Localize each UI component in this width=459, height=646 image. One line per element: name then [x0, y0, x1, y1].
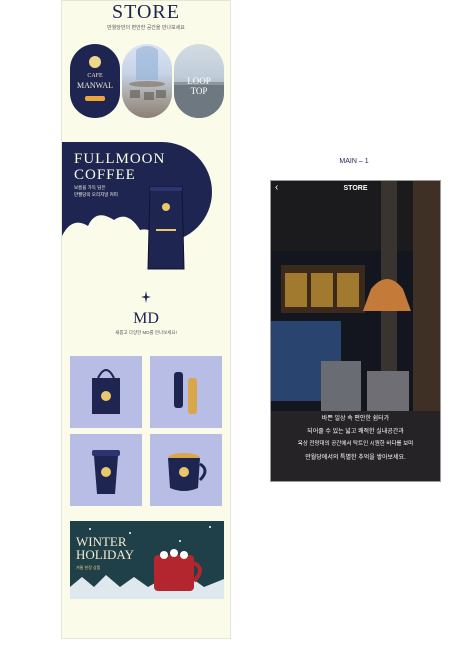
phone-screen: ‹ STORE 바쁜 일상 속 편안한 쉼터가 되어줄 수 있는 넓고 쾌적한 …: [270, 180, 441, 482]
card-label-top: CAFE: [87, 73, 103, 79]
banner-title-line2: HOLIDAY: [76, 547, 135, 562]
mug-icon: [168, 453, 207, 491]
product-bottles[interactable]: [150, 356, 222, 428]
product-tumbler[interactable]: [70, 434, 142, 506]
phone-text-line: 되어줄 수 있는 넓고 쾌적한 실내공간과: [307, 429, 404, 435]
md-subtitle: 새롭고 다양한 MD를 만나보세요!: [115, 330, 177, 335]
cafe-manwal-card[interactable]: CAFE MANWAL: [70, 44, 120, 118]
phone-text-line: 만월당에서의 특별한 추억을 쌓아보세요.: [305, 455, 406, 461]
store-subtitle: 만월당만의 편안한 공간을 만나보세요: [107, 25, 185, 31]
winter-holiday-banner[interactable]: WINTER HOLIDAY 겨울 한정 상품: [70, 521, 224, 599]
banner-subtitle: 겨울 한정 상품: [76, 565, 101, 570]
card-label-top: LOOP: [187, 76, 211, 86]
main-label: MAIN – 1: [339, 158, 369, 165]
product-tote-bag[interactable]: [70, 356, 142, 428]
coffee-bag-image: [147, 186, 185, 270]
store-page: STORE 만월당만의 편안한 공간을 만나보세요 CAFE MANWAL LO…: [61, 0, 231, 639]
phone-text-line: 바쁜 일상 속 편안한 쉼터가: [321, 416, 390, 422]
tote-bag-icon: [92, 369, 120, 414]
card-label-main: TOP: [190, 86, 208, 96]
md-title: MD: [133, 310, 159, 327]
fullmoon-desc-line1: 보름을 가득 담은: [74, 185, 106, 190]
fullmoon-description: 보름을 가득 담은 만월당의 오리지널 커피: [74, 184, 118, 198]
store-interior-photo: [271, 181, 440, 481]
phone-title: STORE: [343, 185, 368, 192]
banner-title: WINTER HOLIDAY: [76, 535, 134, 561]
fullmoon-title-line2: COFFEE: [74, 167, 136, 183]
fullmoon-desc-line2: 만월당의 오리지널 커피: [74, 192, 118, 197]
tumbler-icon: [92, 450, 120, 494]
store-title: STORE: [112, 1, 180, 23]
fullmoon-title: FULLMOON COFFEE: [74, 151, 165, 183]
fullmoon-title-line1: FULLMOON: [74, 151, 166, 167]
interior-photo: [129, 46, 166, 100]
product-mug[interactable]: [150, 434, 222, 506]
card-label-main: MANWAL: [77, 81, 113, 90]
star-icon: [141, 291, 151, 303]
phone-text-line: 옥상 전망대의 공간에서 탁트인 시원한 바다를 보며: [297, 441, 414, 447]
cafe-interior-card[interactable]: [122, 44, 172, 118]
bottles-icon: [174, 372, 197, 414]
loop-top-card[interactable]: LOOP TOP: [174, 44, 224, 118]
